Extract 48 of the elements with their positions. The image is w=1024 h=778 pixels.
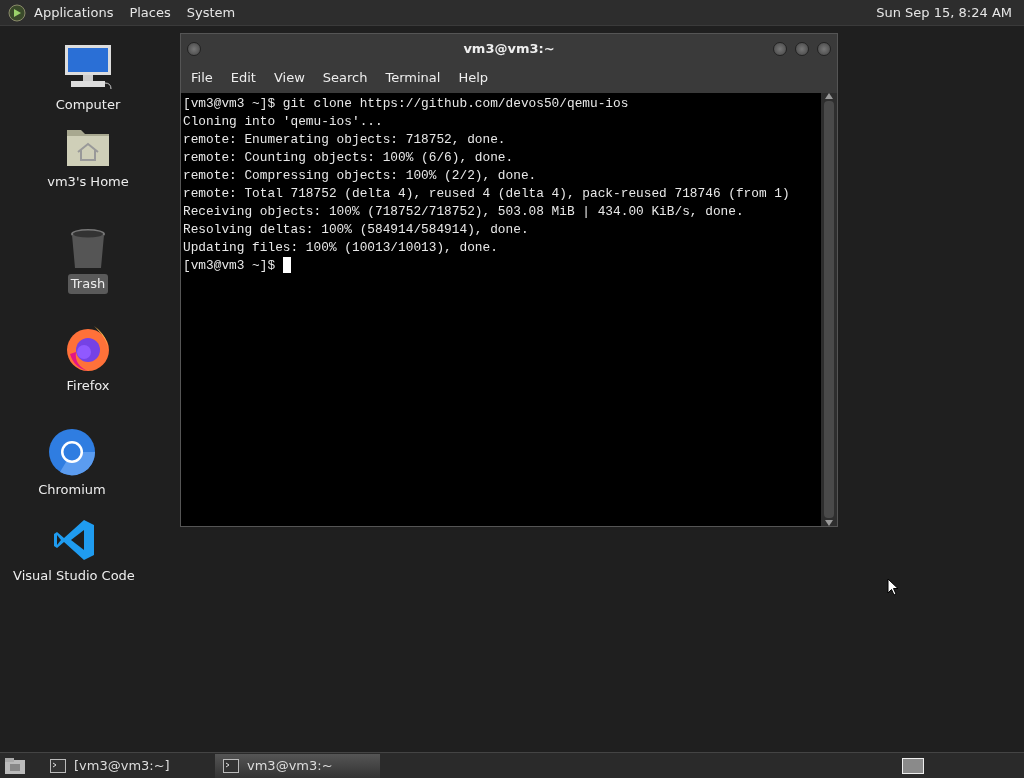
window-menu-button[interactable] (187, 41, 201, 56)
terminal-line: remote: Total 718752 (delta 4), reused 4 (delta 4), pack-reused 718746 (from 1) (183, 185, 790, 203)
desktop-icon-label[interactable]: Chromium (35, 480, 109, 500)
terminal-line: [vm3@vm3 ~]$ git clone https://github.com/devos50/qemu-ios (183, 95, 629, 113)
scroll-down-icon[interactable] (825, 520, 833, 526)
taskbar-button[interactable]: [vm3@vm3:~] (42, 753, 207, 778)
menu-item[interactable]: Terminal (377, 68, 449, 88)
chromium-icon (48, 428, 96, 476)
computer-icon (63, 43, 113, 91)
menu-item[interactable]: File (183, 68, 221, 88)
desktop-icon-label[interactable]: vm3's Home (44, 172, 132, 192)
menu-item[interactable]: Applications (26, 2, 122, 23)
firefox-icon (64, 324, 112, 372)
distro-logo-icon[interactable] (8, 3, 26, 22)
terminal-line: remote: Compressing objects: 100% (2/2), done. (183, 167, 537, 185)
vscode-icon (52, 518, 96, 562)
taskbar-button[interactable]: vm3@vm3:~ (215, 753, 380, 778)
maximize-button[interactable] (795, 41, 809, 56)
scroll-up-icon[interactable] (825, 93, 833, 99)
menu-item[interactable]: View (265, 68, 313, 88)
workspace-switcher[interactable] (902, 757, 924, 774)
desktop-icon-label[interactable]: Trash (67, 274, 109, 294)
terminal-line: remote: Counting objects: 100% (6/6), done. (183, 149, 514, 167)
terminal-line: Updating files: 100% (10013/10013), done. (183, 239, 498, 257)
mouse-pointer-icon (887, 578, 899, 596)
desktop-icon-label[interactable]: Firefox (63, 376, 113, 396)
menu-item[interactable]: Search (314, 68, 376, 88)
menu-item[interactable]: System (178, 2, 244, 23)
clock[interactable]: Sun Sep 15, 8:24 AM (868, 2, 1020, 23)
terminal-line: remote: Enumerating objects: 718752, done. (183, 131, 506, 149)
show-desktop-icon[interactable] (4, 755, 26, 776)
minimize-button[interactable] (773, 41, 787, 56)
window-title: vm3@vm3:~ (463, 39, 555, 58)
terminal-prompt: [vm3@vm3 ~]$ (183, 257, 276, 275)
close-button[interactable] (817, 41, 831, 56)
menu-item[interactable]: Places (121, 2, 179, 23)
terminal-line: Resolving deltas: 100% (584914/584914), done. (183, 221, 529, 239)
terminal-icon (50, 758, 66, 773)
terminal-line: Cloning into 'qemu-ios'... (183, 113, 383, 131)
menu-item[interactable]: Help (450, 68, 497, 88)
terminal-line: Receiving objects: 100% (718752/718752), 503.08 MiB | 434.00 KiB/s, done. (183, 203, 744, 221)
desktop-icon-label[interactable]: Computer (52, 95, 124, 115)
trash-icon (69, 228, 107, 270)
scrollbar[interactable] (821, 93, 837, 526)
terminal-icon (223, 758, 239, 773)
text-cursor (283, 257, 292, 273)
menu-item[interactable]: Edit (222, 68, 264, 88)
desktop-icon-label[interactable]: Visual Studio Code (10, 566, 138, 586)
